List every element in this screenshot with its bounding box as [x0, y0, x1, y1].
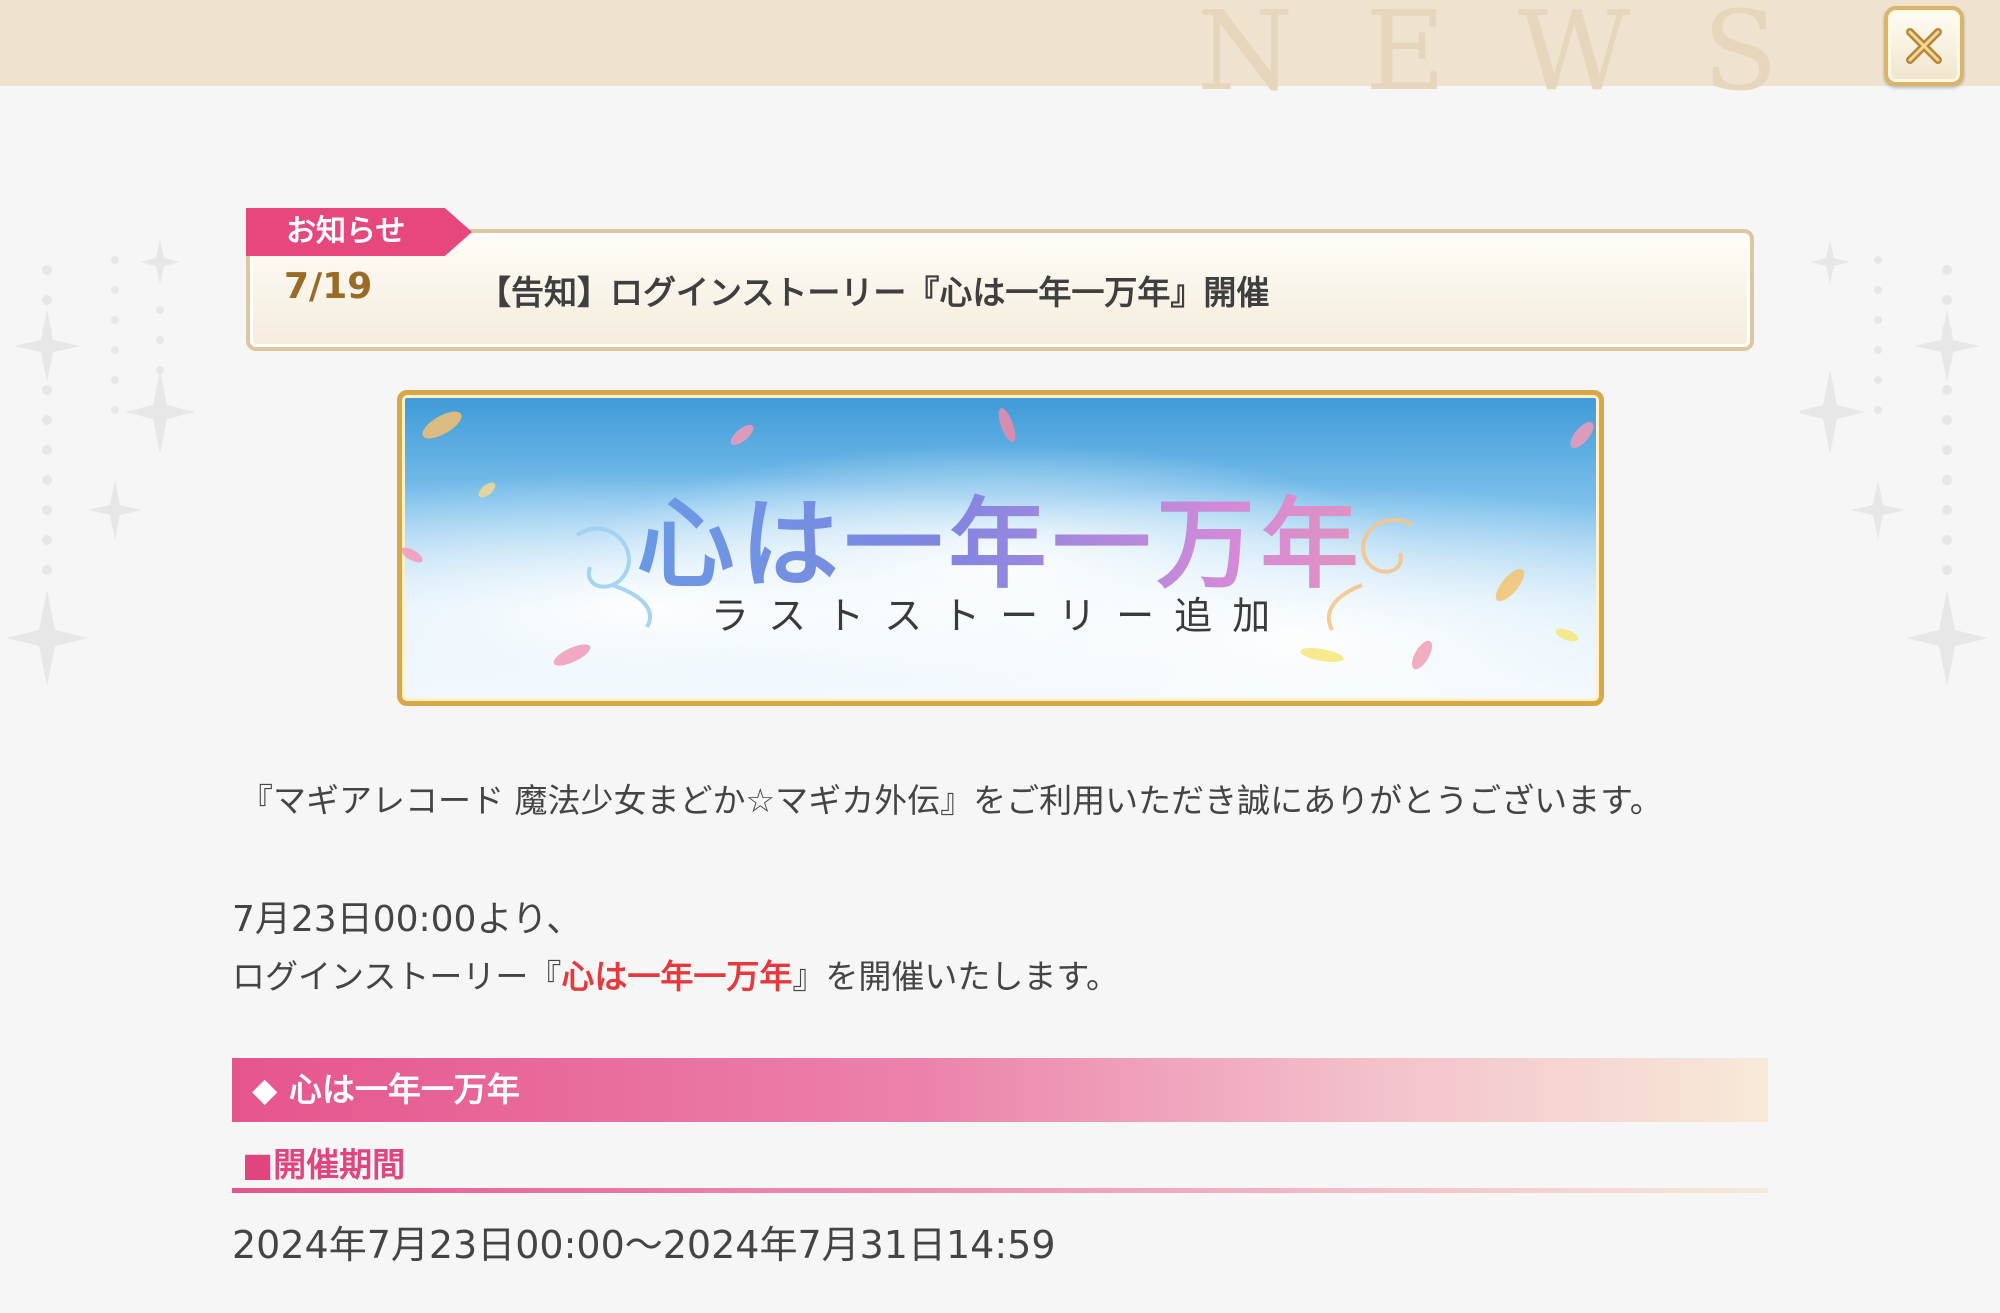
- event-suffix: 』を開催いたします。: [792, 957, 1120, 996]
- banner-subtitle: ラストストーリー追加: [710, 594, 1291, 638]
- sparkle-decoration-left: [6, 240, 195, 686]
- event-announcement-text: ログインストーリー『心は一年一万年』を開催いたします。: [232, 950, 1119, 998]
- news-watermark: NEWS: [1197, 0, 1850, 115]
- period-divider: [232, 1188, 1768, 1193]
- notice-category-tag: お知らせ: [246, 208, 472, 256]
- intro-text: 『マギアレコード 魔法少女まどか☆マギカ外伝』をご利用いただき誠にありがとうござ…: [240, 781, 1663, 820]
- event-name-highlight: 心は一年一万年: [561, 957, 793, 996]
- sparkle-decoration-right: [1800, 240, 1988, 686]
- notice-date: 7/19: [284, 266, 373, 307]
- start-time-text: 7月23日00:00より、: [232, 899, 583, 940]
- notice-title: 【告知】ログインストーリー『心は一年一万年』開催: [478, 273, 1270, 312]
- period-value: 2024年7月23日00:00～2024年7月31日14:59: [232, 1223, 1056, 1267]
- section-heading: ◆ 心は一年一万年: [232, 1058, 1768, 1122]
- header-bar: NEWS: [0, 0, 2000, 106]
- close-button[interactable]: [1884, 6, 1964, 86]
- close-x-icon: [1906, 28, 1942, 64]
- event-prefix: ログインストーリー『: [232, 957, 562, 996]
- event-banner-image: 心は一年一万年 ラストストーリー追加: [397, 390, 1604, 706]
- period-label: ■開催期間: [242, 1145, 406, 1184]
